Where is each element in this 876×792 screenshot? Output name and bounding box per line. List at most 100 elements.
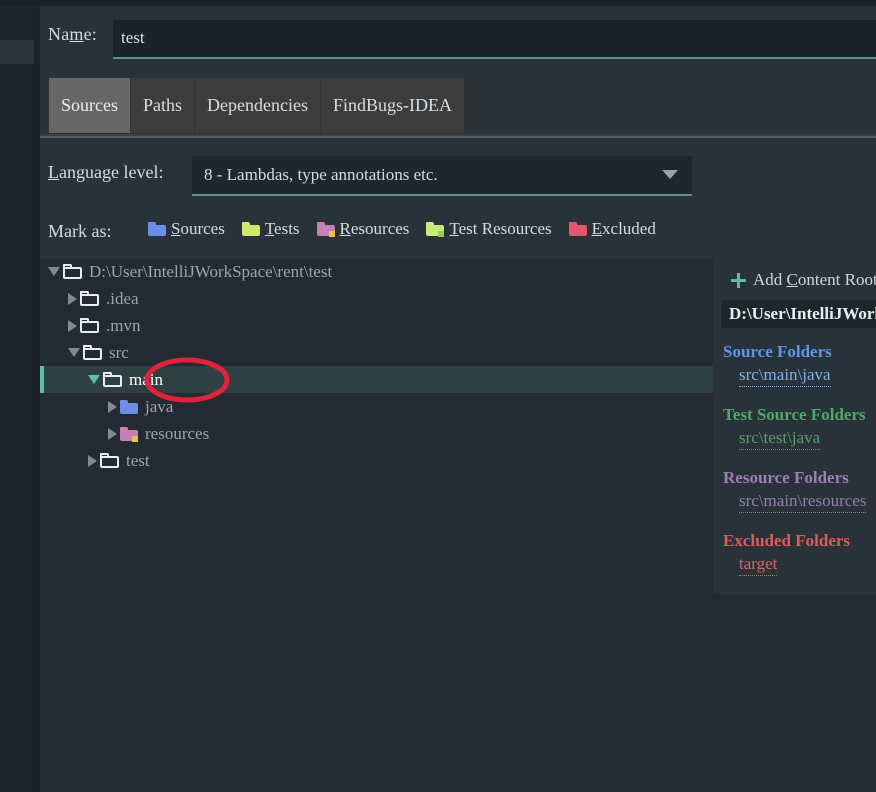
chevron-down-icon[interactable]: [88, 375, 100, 384]
tree-node-label: .mvn: [106, 315, 141, 335]
folder-group-excluded: Excluded Folders target: [723, 531, 876, 576]
chevron-right-icon[interactable]: [68, 292, 77, 305]
tab-label: Paths: [143, 95, 183, 115]
mark-as-mnemonic: R: [339, 219, 351, 238]
folder-icon: [80, 291, 99, 306]
content-tree[interactable]: D:\User\IntelliJWorkSpace\rent\test .idea…: [40, 258, 713, 792]
folder-group-path[interactable]: target: [739, 554, 778, 576]
tab-bar-separator-light: [40, 136, 876, 138]
chevron-right-icon[interactable]: [68, 319, 77, 332]
mark-as-row: Mark as: Sources Tests Resources Test Resou…: [40, 211, 876, 253]
chevron-down-icon[interactable]: [48, 267, 60, 276]
mark-as-tests[interactable]: Tests: [241, 219, 300, 239]
tab-dependencies[interactable]: Dependencies: [195, 78, 321, 133]
tree-node-resources[interactable]: resources: [40, 420, 713, 447]
tab-sources[interactable]: Sources: [48, 78, 131, 133]
language-level-label: Language level:: [48, 162, 163, 183]
tab-label: Dependencies: [207, 95, 308, 115]
language-level-row: Language level: 8 - Lambdas, type annota…: [40, 151, 876, 199]
folder-test-resources-icon: [426, 222, 445, 237]
mark-as-label-text: Sources: [171, 219, 225, 239]
language-level-label-rest: anguage level:: [59, 162, 164, 182]
folder-group-source: Source Folders src\main\java: [723, 342, 876, 387]
tree-node-java[interactable]: java: [40, 393, 713, 420]
name-label-mnemonic: m: [69, 24, 84, 44]
language-level-value: 8 - Lambdas, type annotations etc.: [204, 165, 438, 184]
tab-label: FindBugs-IDEA: [332, 95, 452, 115]
content-root-path[interactable]: D:\User\IntelliJWorkSpace\rent\test: [721, 300, 876, 328]
mark-as-label-text: Excluded: [592, 219, 656, 239]
tree-node-d-user-intellijworkspace-ren[interactable]: D:\User\IntelliJWorkSpace\rent\test: [40, 258, 713, 285]
folder-group-test: Test Source Folders src\test\java: [723, 405, 876, 450]
mark-as-mnemonic: E: [591, 219, 603, 238]
tree-node-label: test: [126, 450, 150, 470]
tree-node-label: .idea: [106, 288, 139, 308]
folder-group-path[interactable]: src\main\resources: [739, 491, 867, 513]
folder-group-path[interactable]: src\main\java: [739, 365, 831, 387]
name-input-underline: [113, 57, 876, 59]
tab-paths[interactable]: Paths: [131, 78, 196, 133]
mark-as-test-resources[interactable]: Test Resources: [426, 219, 552, 239]
content-roots-panel: Add Content Root D:\User\IntelliJWorkSpa…: [713, 258, 876, 594]
name-label-pre: Na: [48, 24, 70, 44]
chevron-right-icon[interactable]: [108, 400, 117, 413]
add-content-root-post: ontent Root: [797, 270, 876, 289]
tree-node-test[interactable]: test: [40, 447, 713, 474]
language-level-underline: [192, 194, 692, 196]
dialog-content: Name: test Sources Paths Dependencies FindB…: [40, 6, 876, 792]
folder-icon: [100, 453, 119, 468]
folder-icon: [63, 264, 82, 279]
name-label-post: e:: [83, 24, 97, 44]
mark-as-label: Mark as:: [48, 221, 112, 241]
language-level-label-mnemonic: L: [48, 162, 59, 182]
folder-group-title: Resource Folders: [723, 468, 849, 487]
folder-icon: [103, 372, 122, 387]
folder-icon: [80, 318, 99, 333]
tree-node-label: resources: [145, 423, 210, 443]
folder-tests-icon: [241, 222, 260, 236]
name-row: Name: test: [40, 6, 876, 64]
tree-node-label: D:\User\IntelliJWorkSpace\rent\test: [89, 261, 333, 281]
name-input-value: test: [121, 28, 145, 47]
left-gutter-chip: [0, 40, 34, 64]
tree-node-src[interactable]: src: [40, 339, 713, 366]
folder-icon: [120, 426, 138, 442]
tree-node--mvn[interactable]: .mvn: [40, 312, 713, 339]
folder-icon: [83, 345, 102, 360]
chevron-right-icon[interactable]: [88, 454, 97, 467]
folder-group-path[interactable]: src\test\java: [739, 428, 821, 450]
add-content-root-button[interactable]: Add Content Root: [731, 270, 876, 290]
mark-as-label-text: Test Resources: [449, 219, 551, 239]
folder-group-title: Excluded Folders: [723, 531, 851, 550]
left-gutter: [0, 6, 32, 792]
add-content-root-label: Add Content Root: [753, 270, 876, 290]
mark-as-buttons: Sources Tests Resources Test Resources Exclu…: [148, 219, 656, 239]
tab-label: Sources: [61, 95, 118, 115]
name-label: Name:: [48, 24, 97, 45]
chevron-right-icon[interactable]: [108, 427, 117, 440]
folder-resources-icon: [316, 222, 335, 237]
tree-node--idea[interactable]: .idea: [40, 285, 713, 312]
chevron-down-icon[interactable]: [68, 348, 80, 357]
mark-as-excluded[interactable]: Excluded: [568, 219, 656, 239]
left-dark-column: [32, 64, 40, 792]
mark-as-label-text: Resources: [340, 219, 410, 239]
folder-sources-icon: [148, 222, 166, 236]
name-input[interactable]: test: [113, 20, 876, 57]
selection-indicator: [40, 366, 44, 393]
language-level-combobox[interactable]: 8 - Lambdas, type annotations etc.: [192, 156, 692, 194]
mark-as-rest: ests: [274, 219, 300, 238]
mark-as-rest: est Resources: [458, 219, 552, 238]
mark-as-label-text: Tests: [265, 219, 300, 239]
tree-node-label: src: [109, 342, 129, 362]
mark-as-mnemonic: T: [264, 219, 275, 238]
chevron-down-icon[interactable]: [662, 170, 678, 179]
tree-node-label: main: [129, 369, 163, 389]
mark-as-resources[interactable]: Resources: [316, 219, 410, 239]
tree-node-main[interactable]: main: [40, 366, 713, 393]
folder-group-title: Test Source Folders: [723, 405, 866, 424]
add-content-root-pre: Add: [753, 270, 787, 289]
mark-as-rest: xcluded: [602, 219, 656, 238]
mark-as-sources[interactable]: Sources: [148, 219, 225, 239]
tab-findbugs-idea[interactable]: FindBugs-IDEA: [320, 78, 465, 133]
